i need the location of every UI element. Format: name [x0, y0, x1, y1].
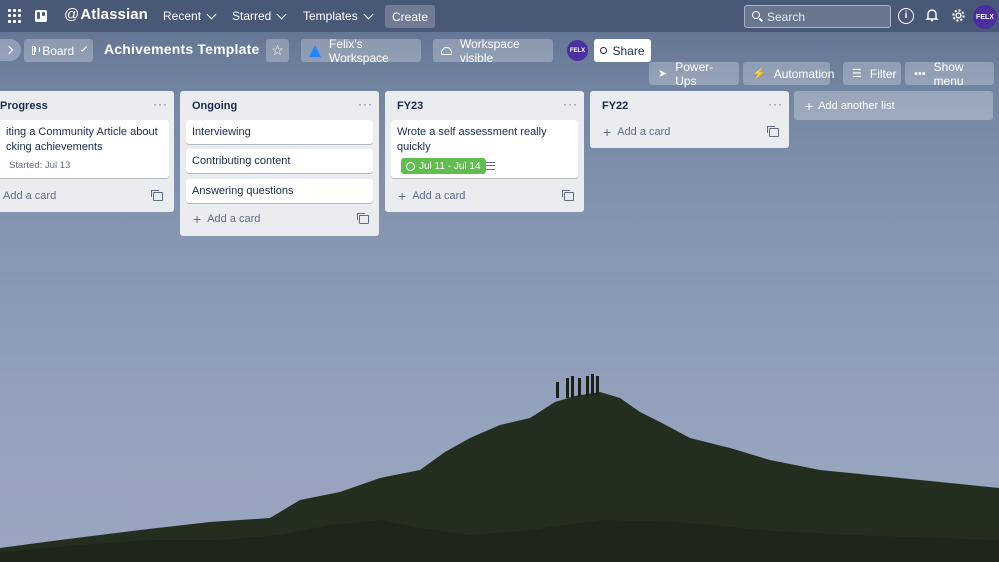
create-from-template-icon[interactable] [562, 190, 574, 201]
add-another-list-label: Add another list [818, 99, 895, 112]
due-date-label: Jul 11 - Jul 14 [419, 160, 481, 172]
plus-icon: + [805, 97, 814, 114]
create-from-template-icon[interactable] [151, 190, 163, 201]
filter-button[interactable]: ☰ Filter [843, 62, 901, 85]
board-view-switcher[interactable]: Board [24, 39, 93, 62]
sidebar-expand-button[interactable] [0, 39, 21, 61]
chevron-down-icon [276, 9, 287, 19]
filter-icon: ☰ [852, 68, 862, 80]
visibility-label: Workspace visible [459, 36, 520, 65]
user-avatar[interactable]: FELX [973, 5, 997, 29]
member-avatar[interactable]: FELX [567, 40, 588, 61]
filter-label: Filter [869, 66, 897, 81]
add-card-label: Add a card [3, 190, 57, 202]
starred-menu[interactable]: Starred [224, 0, 293, 32]
chevron-down-icon [81, 45, 88, 52]
chevron-down-icon [206, 9, 217, 19]
due-date-badge[interactable]: Jul 11 - Jul 14 [401, 158, 486, 174]
list-title[interactable]: Ongoing [192, 100, 237, 112]
app-switcher-icon[interactable] [8, 9, 22, 23]
power-ups-button[interactable]: ➤ Power-Ups [649, 59, 739, 88]
star-icon: ☆ [271, 42, 284, 58]
add-card-button[interactable]: + Add a card [603, 123, 671, 140]
card-title: Interviewing [192, 126, 251, 138]
templates-menu[interactable]: Templates [295, 0, 380, 32]
search-input[interactable]: Search [744, 5, 891, 28]
plus-icon: + [398, 187, 407, 204]
list-fy23: FY23 ··· Wrote a self assessment really … [385, 91, 584, 212]
card-title: iting a Community Article about cking ac… [6, 126, 158, 153]
add-card-button[interactable]: + Add a card [193, 210, 261, 227]
board-title[interactable]: Achivements Template [104, 41, 259, 57]
card-title: Contributing content [192, 155, 291, 167]
list-menu-icon[interactable]: ··· [768, 97, 783, 111]
card-title: Wrote a self assessment really quickly [397, 126, 547, 153]
people-icon [441, 46, 452, 55]
card[interactable]: Contributing content [186, 149, 373, 173]
show-menu-button[interactable]: ••• Show menu [905, 59, 994, 88]
plus-icon: + [603, 123, 612, 140]
recent-label: Recent [163, 9, 202, 23]
person-add-icon [600, 47, 608, 54]
board-icon [32, 46, 41, 55]
card[interactable]: Wrote a self assessment really quickly J… [391, 120, 578, 178]
chevron-down-icon [363, 9, 374, 19]
info-icon[interactable]: i [898, 8, 914, 24]
workspace-label: Felix's Workspace [329, 36, 389, 65]
add-card-label: Add a card [617, 126, 671, 138]
automation-label: Automation [773, 66, 835, 81]
visibility-button[interactable]: Workspace visible [433, 36, 553, 65]
atlassian-logo-icon [309, 44, 321, 57]
list-title[interactable]: FY23 [397, 100, 423, 112]
workspace-button[interactable]: Felix's Workspace [301, 36, 421, 65]
list-fy22: FY22 ··· + Add a card [590, 91, 789, 148]
list-menu-icon[interactable]: ··· [563, 97, 578, 111]
list-menu-icon[interactable]: ··· [153, 97, 168, 111]
card-start-date: Started: Jul 13 [9, 160, 71, 171]
starred-label: Starred [232, 9, 272, 23]
add-another-list-button[interactable]: + Add another list [794, 91, 993, 120]
board-view-label: Board [42, 43, 75, 58]
rocket-icon: ➤ [658, 68, 668, 80]
hikers-silhouette [556, 374, 599, 398]
settings-gear-icon[interactable] [950, 8, 966, 24]
more-horizontal-icon: ••• [914, 67, 926, 80]
automation-button[interactable]: ⚡ Automation [743, 62, 834, 85]
list-title[interactable]: Progress [0, 100, 48, 112]
templates-label: Templates [303, 9, 358, 23]
description-icon [486, 162, 495, 170]
trello-logo-icon[interactable] [35, 10, 47, 22]
show-menu-label: Show menu [933, 59, 964, 88]
add-card-label: Add a card [207, 213, 261, 225]
create-from-template-icon[interactable] [357, 213, 369, 224]
list-title[interactable]: FY22 [602, 100, 628, 112]
card-title: Answering questions [192, 185, 294, 197]
brand-at-symbol: @ [64, 6, 80, 23]
card[interactable]: iting a Community Article about cking ac… [0, 120, 169, 178]
search-icon [752, 11, 760, 19]
star-board-button[interactable]: ☆ [266, 39, 289, 62]
top-navigation-bar: @Atlassian Recent Starred Templates Crea… [0, 0, 999, 32]
card[interactable]: Interviewing [186, 120, 373, 144]
power-ups-label: Power-Ups [675, 59, 714, 88]
lightning-icon: ⚡ [752, 68, 766, 80]
share-label: Share [612, 43, 645, 58]
chevron-right-icon [4, 45, 14, 55]
add-card-label: Add a card [412, 190, 466, 202]
recent-menu[interactable]: Recent [155, 0, 223, 32]
create-button[interactable]: Create [385, 5, 435, 28]
add-card-button[interactable]: + Add a card [398, 187, 466, 204]
brand-name: Atlassian [80, 6, 148, 23]
plus-icon: + [193, 210, 202, 227]
list-progress: Progress ··· iting a Community Article a… [0, 91, 174, 212]
create-from-template-icon[interactable] [767, 126, 779, 137]
workspace-brand[interactable]: @Atlassian [64, 6, 148, 23]
list-ongoing: Ongoing ··· Interviewing Contributing co… [180, 91, 379, 236]
list-menu-icon[interactable]: ··· [358, 97, 373, 111]
add-card-button[interactable]: Add a card [3, 190, 56, 202]
card[interactable]: Answering questions [186, 179, 373, 203]
share-button[interactable]: Share [594, 39, 651, 62]
clock-icon [406, 161, 415, 171]
notifications-bell-icon[interactable] [924, 8, 940, 24]
